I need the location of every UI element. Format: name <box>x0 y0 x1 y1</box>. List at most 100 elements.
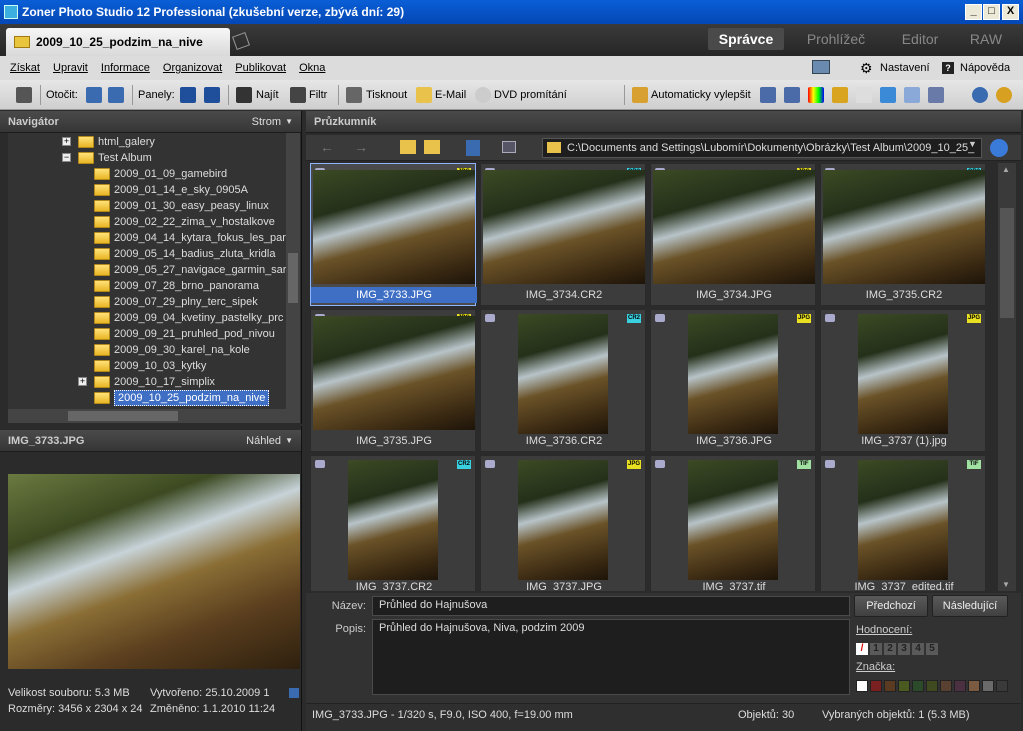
preview-mode-dropdown[interactable]: Náhled <box>246 430 281 452</box>
thumbnail-item[interactable]: CR2IMG_3735.CR2 <box>820 163 986 306</box>
chevron-down-icon[interactable]: ▼ <box>285 430 293 452</box>
scrollbar-thumb[interactable] <box>68 411 178 421</box>
tree-item[interactable]: 2009_01_09_gamebird <box>8 166 286 182</box>
menu-ziskat[interactable]: Získat <box>10 62 40 74</box>
tab-prohlizec[interactable]: Prohlížeč <box>796 28 876 50</box>
scroll-up-icon[interactable]: ▲ <box>1002 165 1010 174</box>
folder-tree[interactable]: + html_galery − Test Album 2009_01_09_gamebi… <box>8 133 286 409</box>
thumbnail-item[interactable]: JPG IMG_3736.JPG <box>650 309 816 452</box>
tree-item[interactable]: 2009_07_29_plny_terc_sipek <box>8 294 286 310</box>
menu-okna[interactable]: Okna <box>299 62 325 74</box>
rotate-right-icon[interactable] <box>108 87 124 103</box>
help-icon[interactable]: ? <box>942 62 954 74</box>
color-tag-swatch[interactable] <box>954 680 966 692</box>
view-mode-icon[interactable] <box>502 141 516 153</box>
rename-pencil-icon[interactable] <box>232 32 250 50</box>
forward-arrow-icon[interactable]: → <box>354 139 368 155</box>
tree-item[interactable]: 2009_09_30_karel_na_kole <box>8 342 286 358</box>
thumbnail-item[interactable]: JPG IMG_3737 (1).jpg <box>820 309 986 452</box>
tab-spravce[interactable]: Správce <box>708 28 784 50</box>
tree-vertical-scrollbar[interactable] <box>286 133 300 409</box>
batch-icon[interactable] <box>928 87 944 103</box>
settings-link[interactable]: Nastavení <box>880 56 930 80</box>
scroll-down-icon[interactable]: ▼ <box>1002 580 1010 589</box>
tree-item[interactable]: 2009_09_04_kvetiny_pastelky_prc <box>8 310 286 326</box>
printer-icon[interactable] <box>346 87 362 103</box>
color-tag-swatch[interactable] <box>940 680 952 692</box>
menu-upravit[interactable]: Upravit <box>53 62 88 74</box>
expand-toggle-icon[interactable]: − <box>62 153 71 162</box>
camera-icon[interactable] <box>16 87 32 103</box>
tree-item[interactable]: 2009_01_30_easy_peasy_linux <box>8 198 286 214</box>
thumbnail-item[interactable]: CR2 IMG_3737.CR2 <box>310 455 476 591</box>
rating-5-button[interactable]: 5 <box>926 643 938 655</box>
next-button[interactable]: Následující <box>932 595 1008 617</box>
menu-organizovat[interactable]: Organizovat <box>163 62 222 74</box>
binoculars-icon[interactable] <box>236 87 252 103</box>
refresh-icon[interactable] <box>990 139 1008 157</box>
path-dropdown-icon[interactable]: ▼ <box>968 139 977 149</box>
menu-informace[interactable]: Informace <box>101 62 150 74</box>
extra-tools-icon[interactable] <box>996 87 1012 103</box>
description-field[interactable]: Průhled do Hajnušova, Niva, podzim 2009 <box>372 619 850 695</box>
tab-editor[interactable]: Editor <box>890 28 950 50</box>
thumbnail-item[interactable]: JPGIMG_3734.JPG <box>650 163 816 306</box>
tree-item[interactable]: − Test Album <box>8 150 286 166</box>
color-tag-swatch[interactable] <box>996 680 1008 692</box>
expand-toggle-icon[interactable]: + <box>62 137 71 146</box>
gear-icon[interactable]: ⚙ <box>860 56 873 80</box>
tree-item[interactable]: 2009_10_25_podzim_na_nive <box>8 390 286 406</box>
panel-k-icon[interactable] <box>180 87 196 103</box>
auto-enhance-button[interactable]: Automaticky vylepšit <box>651 80 751 110</box>
rating-4-button[interactable]: 4 <box>912 643 924 655</box>
maximize-button[interactable]: □ <box>983 4 1000 20</box>
folder-up-icon[interactable] <box>400 140 416 154</box>
magic-wand-icon[interactable] <box>632 87 648 103</box>
rating-1-button[interactable]: 1 <box>870 643 882 655</box>
tree-item[interactable]: 2009_07_28_brno_panorama <box>8 278 286 294</box>
thumbnail-item[interactable]: TIF IMG_3737.tif <box>650 455 816 591</box>
color-tag-swatch[interactable] <box>884 680 896 692</box>
favorite-folder-icon[interactable] <box>424 140 440 154</box>
levels-icon[interactable] <box>760 87 776 103</box>
tree-item[interactable]: 2009_02_22_zima_v_hostalkove <box>8 214 286 230</box>
filter-button[interactable]: Filtr <box>309 80 327 110</box>
back-arrow-icon[interactable]: ← <box>320 139 334 155</box>
chevron-down-icon[interactable]: ▼ <box>285 111 293 133</box>
tree-item[interactable]: 2009_04_14_kytara_fokus_les_par <box>8 230 286 246</box>
help-link[interactable]: Nápověda <box>960 56 1010 80</box>
triangle-icon[interactable] <box>856 87 872 103</box>
tab-raw[interactable]: RAW <box>960 28 1012 50</box>
sort-icon[interactable] <box>466 140 480 156</box>
thumbnail-item[interactable]: TIF IMG_3737_edited.tif <box>820 455 986 591</box>
menu-publikovat[interactable]: Publikovat <box>235 62 286 74</box>
rating-2-button[interactable]: 2 <box>884 643 896 655</box>
no-tag-icon[interactable] <box>856 680 868 692</box>
tree-mode-dropdown[interactable]: Strom <box>252 111 281 133</box>
color-icon[interactable] <box>808 87 824 103</box>
filter-icon[interactable] <box>290 87 306 103</box>
expand-toggle-icon[interactable]: + <box>78 377 87 386</box>
find-button[interactable]: Najít <box>256 80 279 110</box>
panel-info-icon[interactable] <box>204 87 220 103</box>
tree-item[interactable]: 2009_01_14_e_sky_0905A <box>8 182 286 198</box>
tree-item[interactable]: + html_galery <box>8 134 286 150</box>
monitor-icon[interactable] <box>812 60 830 74</box>
histogram-icon[interactable] <box>784 87 800 103</box>
thumbnail-item[interactable]: CR2 IMG_3736.CR2 <box>480 309 646 452</box>
previous-button[interactable]: Předchozí <box>854 595 928 617</box>
color-tag-swatch[interactable] <box>926 680 938 692</box>
thumbnail-item[interactable]: CR2IMG_3734.CR2 <box>480 163 646 306</box>
email-button[interactable]: E-Mail <box>435 80 466 110</box>
color-tag-swatch[interactable] <box>912 680 924 692</box>
tree-item[interactable]: +2009_10_17_simplix <box>8 374 286 390</box>
document-tab[interactable]: 2009_10_25_podzim_na_nive <box>6 28 230 56</box>
dvd-button[interactable]: DVD promítání <box>494 80 567 110</box>
tree-item[interactable]: 2009_10_03_kytky <box>8 358 286 374</box>
sharpen-icon[interactable] <box>832 87 848 103</box>
minimize-button[interactable]: _ <box>965 4 982 20</box>
tree-item[interactable]: 2009_09_21_pruhled_pod_nivou <box>8 326 286 342</box>
no-rating-icon[interactable]: / <box>856 643 868 655</box>
curves-icon[interactable] <box>880 87 896 103</box>
rotate-left-icon[interactable] <box>86 87 102 103</box>
